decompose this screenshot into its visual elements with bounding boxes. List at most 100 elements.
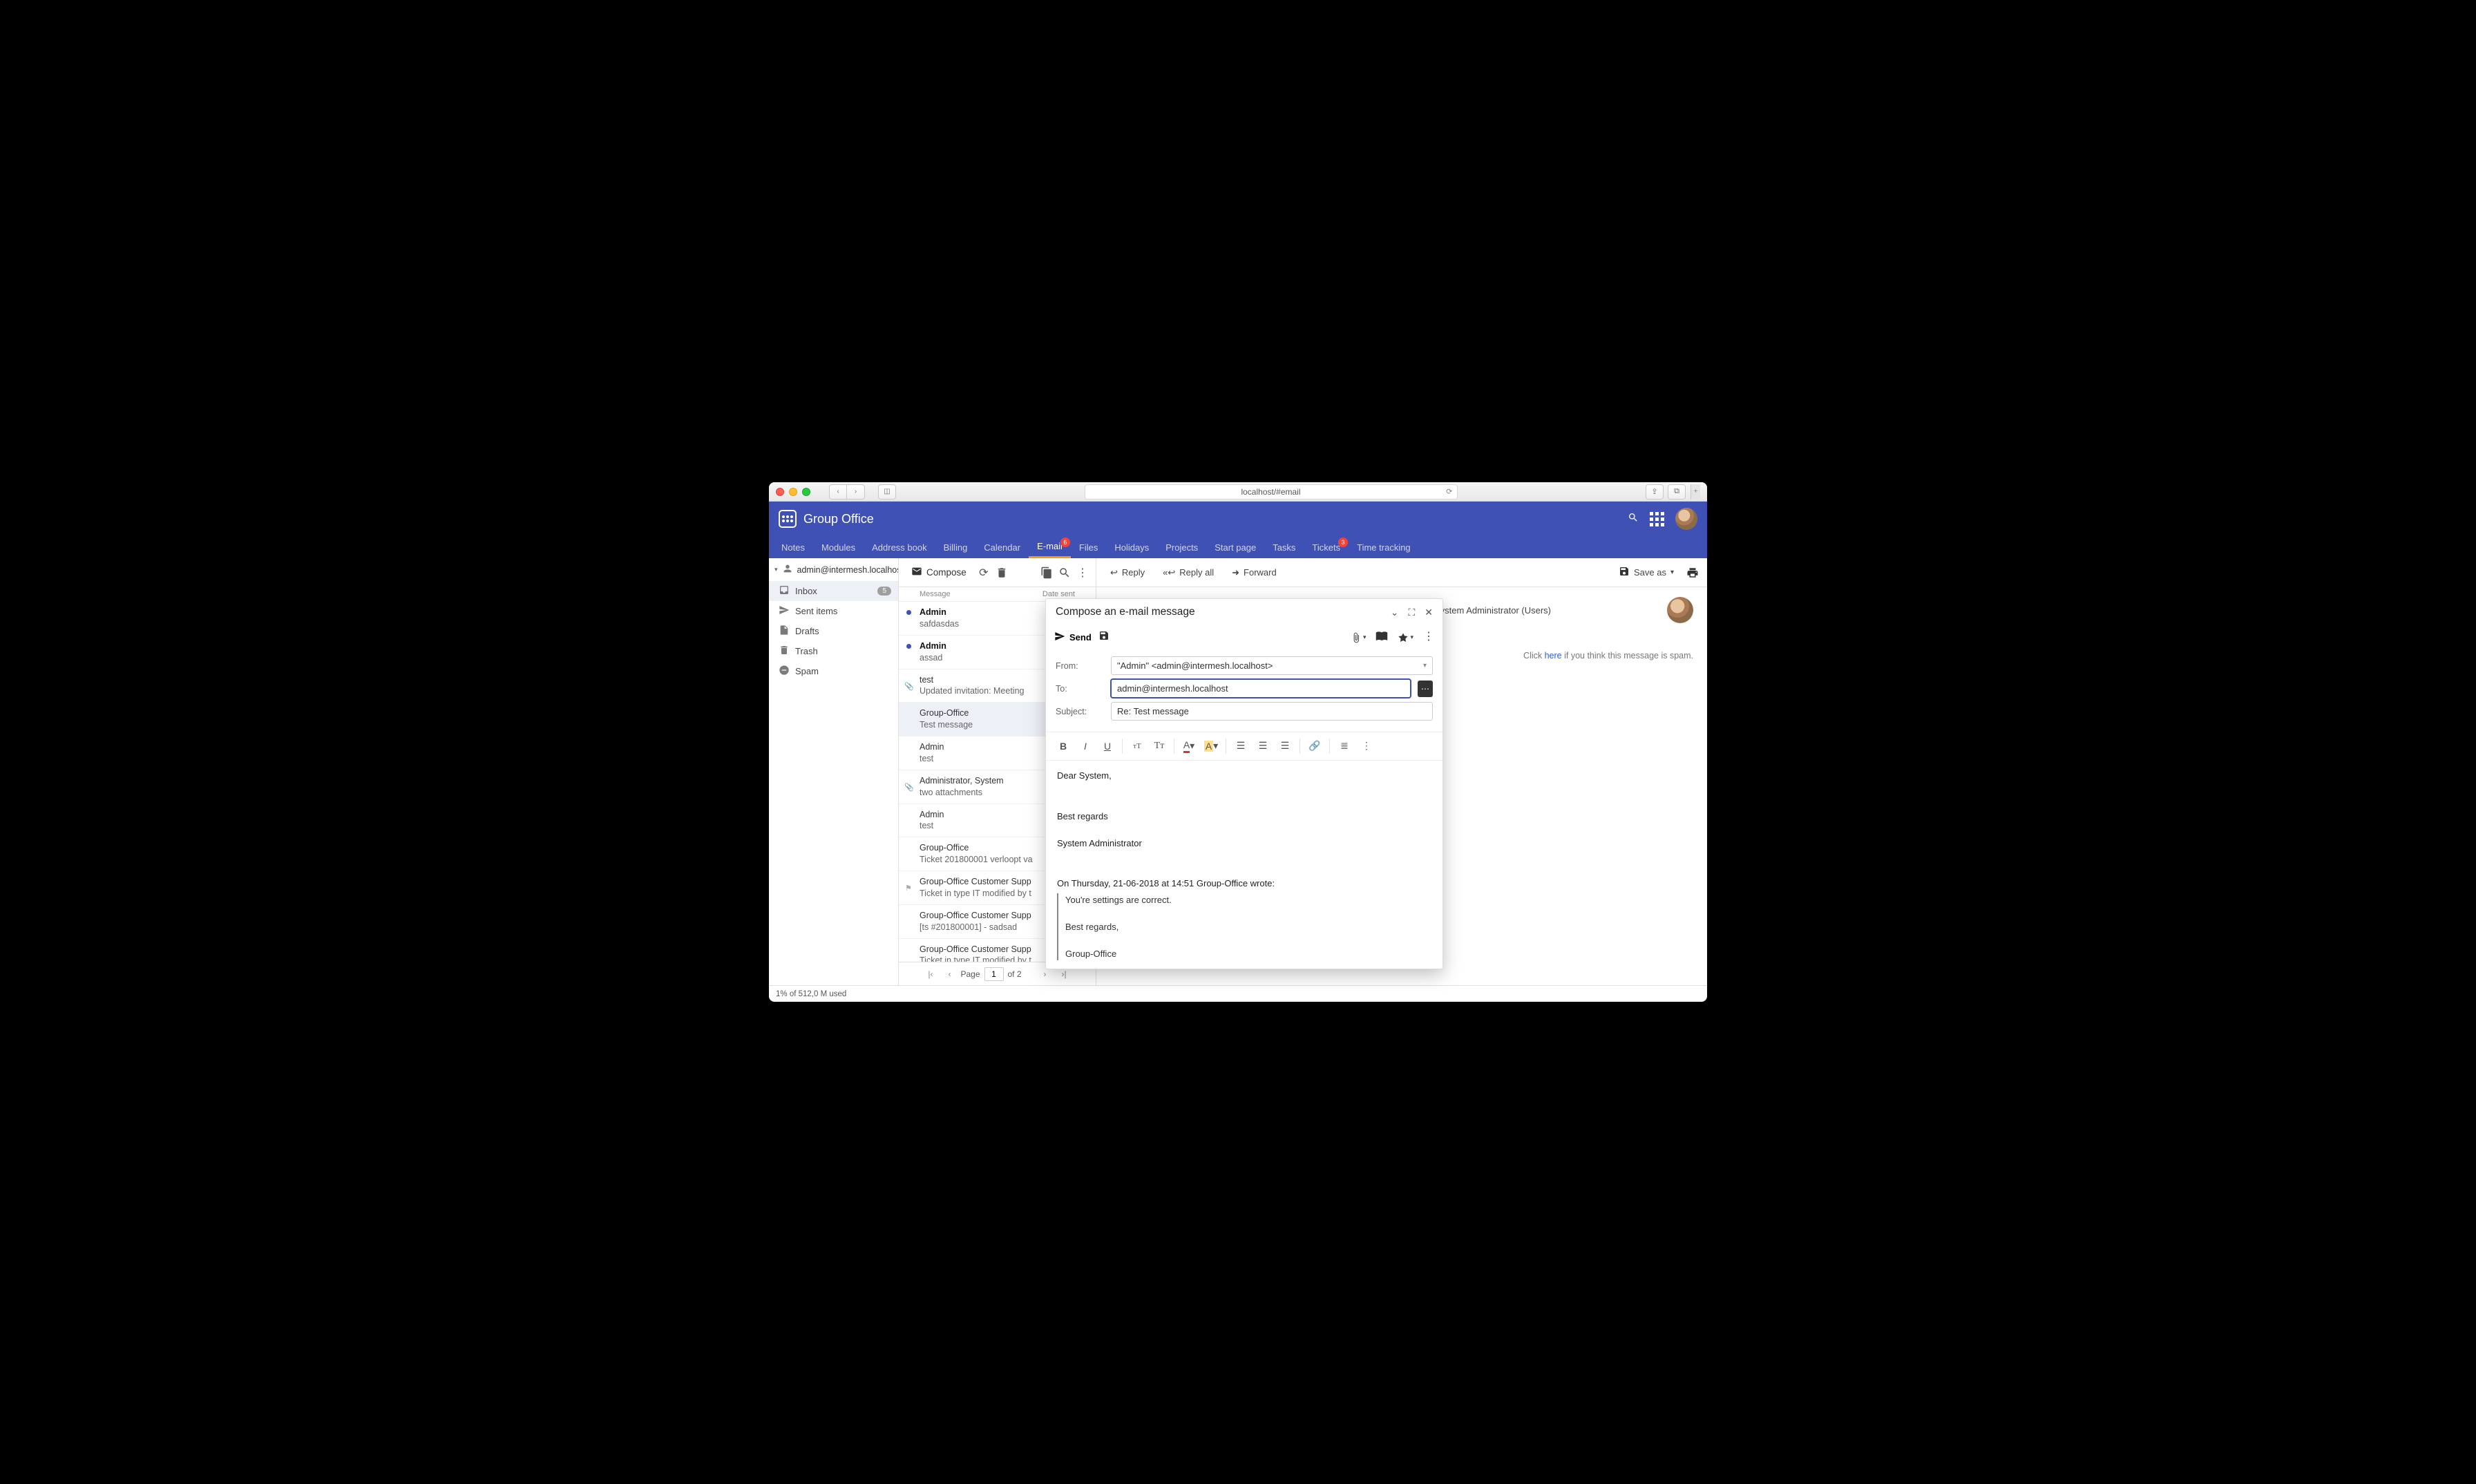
- save-as-button[interactable]: Save as ▾: [1612, 562, 1681, 583]
- body-signature: System Administrator: [1057, 837, 1431, 850]
- close-window[interactable]: [776, 488, 784, 496]
- new-tab-button[interactable]: +: [1691, 484, 1700, 500]
- tab-calendar[interactable]: Calendar: [975, 536, 1029, 558]
- app-header: Group Office NotesModulesAddress bookBil…: [769, 502, 1707, 558]
- underline-icon[interactable]: U: [1097, 736, 1118, 756]
- back-button[interactable]: ‹: [829, 484, 847, 500]
- more-compose-icon[interactable]: ⋮: [1423, 629, 1434, 645]
- editor-body[interactable]: Dear System, Best regards System Adminis…: [1046, 761, 1442, 969]
- list-icon[interactable]: ≣: [1334, 736, 1355, 756]
- expand-recipients-icon[interactable]: ⋯: [1418, 681, 1433, 697]
- tab-tasks[interactable]: Tasks: [1264, 536, 1304, 558]
- send-button[interactable]: Send: [1054, 631, 1092, 644]
- font-size-icon[interactable]: тT: [1127, 736, 1147, 756]
- dropdown-icon: ▾: [1410, 634, 1413, 641]
- page-input[interactable]: [984, 967, 1004, 981]
- account-row[interactable]: ▾ admin@intermesh.localhost: [769, 558, 898, 581]
- inbox-icon: [779, 584, 790, 598]
- font-family-icon[interactable]: Tᴛ: [1149, 736, 1170, 756]
- spam-here-link[interactable]: here: [1545, 651, 1562, 660]
- col-date: Date sent: [1042, 590, 1075, 598]
- tab-holidays[interactable]: Holidays: [1106, 536, 1157, 558]
- align-left-icon[interactable]: ☰: [1230, 736, 1251, 756]
- forward-button[interactable]: ➜Forward: [1225, 563, 1284, 582]
- editor-toolbar: B I U тT Tᴛ A▾ A▾ ☰ ☰ ☰ 🔗 ≣ ⋮: [1046, 732, 1442, 761]
- folder-sent-items[interactable]: Sent items: [769, 601, 898, 621]
- copy-icon[interactable]: [1039, 565, 1054, 580]
- brand[interactable]: Group Office: [779, 510, 874, 528]
- from-label: From:: [1056, 661, 1104, 671]
- first-page-icon[interactable]: |‹: [922, 967, 938, 982]
- folder-spam[interactable]: Spam: [769, 661, 898, 681]
- print-icon[interactable]: [1685, 565, 1700, 580]
- reload-icon[interactable]: ⟳: [1446, 487, 1452, 496]
- send-icon: [1054, 631, 1065, 644]
- addressbook-icon[interactable]: [1375, 629, 1388, 645]
- folder-trash[interactable]: Trash: [769, 641, 898, 661]
- folder-inbox[interactable]: Inbox5: [769, 581, 898, 601]
- text-color-icon[interactable]: A▾: [1179, 736, 1199, 756]
- quoted-block: You're settings are correct. Best regard…: [1057, 893, 1431, 961]
- unread-dot-icon: [906, 610, 911, 615]
- compose-label: Compose: [926, 567, 966, 578]
- attachment-icon: 📎: [904, 682, 914, 692]
- apps-icon[interactable]: [1650, 512, 1664, 526]
- subject-input[interactable]: [1111, 702, 1433, 721]
- minimize-window[interactable]: [789, 488, 797, 496]
- share-button[interactable]: ⇪: [1646, 484, 1664, 500]
- priority-icon[interactable]: ▾: [1398, 629, 1413, 645]
- folder-drafts[interactable]: Drafts: [769, 621, 898, 641]
- search-icon[interactable]: [1628, 512, 1639, 526]
- tab-start-page[interactable]: Start page: [1206, 536, 1264, 558]
- close-dialog-icon[interactable]: ✕: [1425, 607, 1433, 618]
- more-format-icon[interactable]: ⋮: [1356, 736, 1377, 756]
- save-icon: [1619, 566, 1630, 579]
- unread-dot-icon: [906, 644, 911, 649]
- compose-button[interactable]: Compose: [904, 562, 973, 583]
- maximize-window[interactable]: [802, 488, 810, 496]
- tab-time-tracking[interactable]: Time tracking: [1349, 536, 1419, 558]
- tab-notes[interactable]: Notes: [773, 536, 813, 558]
- bold-icon[interactable]: B: [1053, 736, 1074, 756]
- search-list-icon[interactable]: [1057, 565, 1072, 580]
- page-label: Page: [960, 969, 980, 979]
- reply-button[interactable]: ↩Reply: [1103, 563, 1152, 582]
- tab-tickets[interactable]: Tickets3: [1304, 536, 1349, 558]
- sidebar-toggle[interactable]: ◫: [878, 484, 896, 500]
- reply-all-icon: «↩: [1163, 567, 1175, 578]
- link-icon[interactable]: 🔗: [1304, 736, 1325, 756]
- fullscreen-dialog-icon[interactable]: ⛶: [1408, 607, 1415, 618]
- reply-all-button[interactable]: «↩Reply all: [1156, 563, 1221, 582]
- tabs-button[interactable]: ⧉: [1668, 484, 1686, 500]
- url-bar[interactable]: localhost/#email ⟳: [1085, 484, 1458, 500]
- tab-projects[interactable]: Projects: [1157, 536, 1206, 558]
- italic-icon[interactable]: I: [1075, 736, 1096, 756]
- attach-icon[interactable]: ▾: [1351, 629, 1366, 645]
- chevron-down-icon: ▾: [1423, 662, 1427, 669]
- minimize-dialog-icon[interactable]: ⌄: [1391, 607, 1399, 618]
- save-draft-icon[interactable]: [1098, 630, 1110, 645]
- prev-page-icon[interactable]: ‹: [942, 967, 956, 982]
- tab-billing[interactable]: Billing: [935, 536, 976, 558]
- body-regards: Best regards: [1057, 810, 1431, 824]
- more-icon[interactable]: ⋮: [1075, 565, 1090, 580]
- highlight-icon[interactable]: A▾: [1201, 736, 1221, 756]
- tab-modules[interactable]: Modules: [813, 536, 864, 558]
- user-avatar[interactable]: [1675, 508, 1697, 530]
- folder-panel: ▾ admin@intermesh.localhost Inbox5Sent i…: [769, 558, 899, 985]
- align-center-icon[interactable]: ☰: [1253, 736, 1273, 756]
- of-label: of 2: [1008, 969, 1022, 979]
- drafts-icon: [779, 625, 790, 638]
- forward-button[interactable]: ›: [847, 484, 865, 500]
- from-select[interactable]: "Admin" <admin@intermesh.localhost> ▾: [1111, 656, 1433, 675]
- to-input[interactable]: [1111, 679, 1411, 698]
- folder-label: Inbox: [795, 586, 817, 596]
- tab-address-book[interactable]: Address book: [864, 536, 935, 558]
- refresh-icon[interactable]: ⟳: [976, 565, 991, 580]
- tab-files[interactable]: Files: [1071, 536, 1106, 558]
- align-right-icon[interactable]: ☰: [1275, 736, 1295, 756]
- delete-icon[interactable]: [994, 565, 1009, 580]
- attachment-icon: 📎: [904, 783, 914, 793]
- brand-logo-icon: [779, 510, 797, 528]
- tab-e-mail[interactable]: E-mail6: [1029, 536, 1071, 558]
